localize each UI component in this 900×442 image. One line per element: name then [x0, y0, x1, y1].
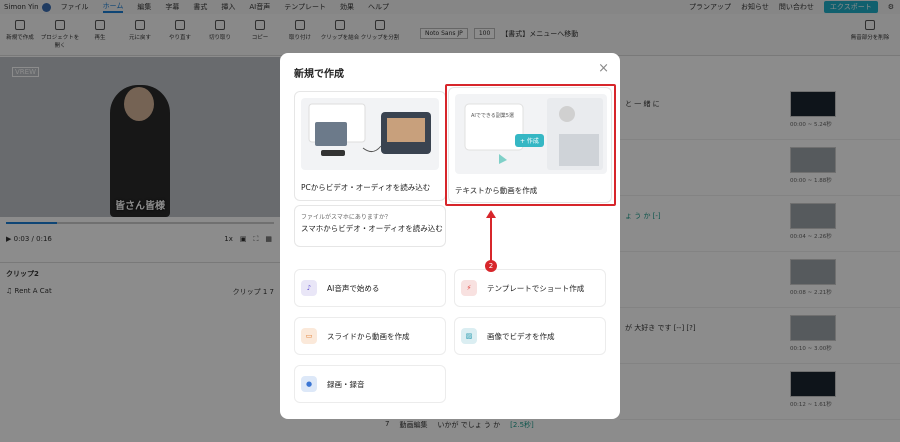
option-label: スライドから動画を作成 [327, 331, 410, 341]
arrow-line [490, 214, 492, 264]
slide-icon: ▭ [301, 328, 317, 344]
pc-import-label: PCからビデオ・オーディオを読み込む [301, 183, 431, 192]
modal-title: 新規で作成 [294, 69, 344, 80]
ai-voice-option[interactable]: ♪ AI音声で始める [294, 269, 446, 307]
phone-import-label: スマホからビデオ・オーディオを読み込む [301, 224, 443, 233]
arrow-up-icon [486, 210, 496, 218]
pc-import-illustration [301, 98, 439, 170]
highlight-box [445, 84, 616, 206]
phone-import-hint: ファイルがスマホにありますか？ [301, 214, 391, 221]
step-badge: 2 [485, 260, 497, 272]
pc-import-art [308, 103, 431, 156]
phone-import-card[interactable]: ファイルがスマホにありますか？ スマホからビデオ・オーディオを読み込む [294, 205, 446, 247]
template-icon: ⚡ [461, 280, 477, 296]
record-option[interactable]: ● 録画・録音 [294, 365, 446, 403]
option-label: テンプレートでショート作成 [487, 283, 585, 293]
option-label: 録画・録音 [327, 379, 365, 389]
image-icon: ▨ [461, 328, 477, 344]
record-icon: ● [301, 376, 317, 392]
ai-voice-icon: ♪ [301, 280, 317, 296]
image-option[interactable]: ▨ 画像でビデオを作成 [454, 317, 606, 355]
close-icon[interactable]: × [598, 62, 609, 75]
slide-option[interactable]: ▭ スライドから動画を作成 [294, 317, 446, 355]
template-option[interactable]: ⚡ テンプレートでショート作成 [454, 269, 606, 307]
pc-import-card[interactable]: PCからビデオ・オーディオを読み込む [294, 91, 446, 201]
option-label: AI音声で始める [327, 283, 380, 293]
option-label: 画像でビデオを作成 [487, 331, 555, 341]
